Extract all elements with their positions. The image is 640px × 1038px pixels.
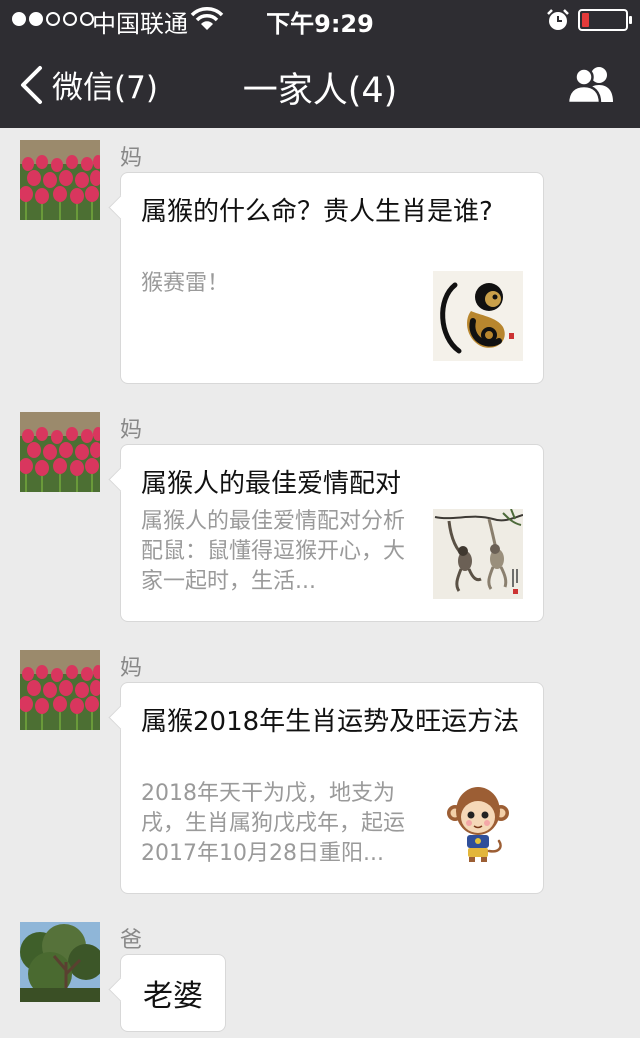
battery-level [582, 13, 589, 27]
card-description: 属猴人的最佳爱情配对分析配鼠：鼠懂得逗猴开心，大家一起时，生活... [141, 509, 406, 594]
message-item: 妈 属猴人的最佳爱情配对 属猴人的最佳爱情配对分析配鼠：鼠懂得逗猴开心，大家一起… [20, 412, 620, 622]
navigation-bar: 微信(7) 一家人(4) [0, 40, 640, 128]
tulip-photo-icon [20, 650, 100, 730]
card-thumbnail [433, 271, 523, 361]
sender-name: 妈 [120, 418, 143, 443]
gibbon-painting-icon [433, 509, 523, 599]
message-item: 妈 属猴的什么命？贵人生肖是谁? 猴赛雷！ [20, 140, 620, 384]
tree-photo-icon [20, 922, 100, 1002]
text-message-bubble[interactable]: 老婆 [120, 954, 226, 1032]
card-description: 猴赛雷！ [141, 271, 230, 296]
link-card[interactable]: 属猴2018年生肖运势及旺运方法 2018年天干为戊，地支为戌，生肖属狗戊戌年，… [120, 682, 544, 894]
avatar[interactable] [20, 922, 100, 1002]
link-card[interactable]: 属猴人的最佳爱情配对 属猴人的最佳爱情配对分析配鼠：鼠懂得逗猴开心，大家一起时，… [120, 444, 544, 622]
header: 中国联通 下午9:29 微信(7) 一家人(4) [0, 0, 640, 128]
card-description: 2018年天干为戊，地支为戌，生肖属狗戊戌年，起运2017年10月28日重阳..… [141, 781, 406, 866]
ink-monkey-icon [433, 271, 523, 361]
link-card[interactable]: 属猴的什么命？贵人生肖是谁? 猴赛雷！ [120, 172, 544, 384]
alarm-clock-icon [547, 9, 569, 30]
group-members-icon[interactable] [566, 64, 616, 104]
chat-screen: 中国联通 下午9:29 微信(7) 一家人(4) 妈 属猴的什么命？贵人生肖是谁… [0, 0, 640, 1038]
avatar[interactable] [20, 140, 100, 220]
battery-icon [578, 9, 632, 31]
card-thumbnail [433, 777, 523, 867]
card-title: 属猴人的最佳爱情配对 [141, 469, 402, 499]
tulip-photo-icon [20, 412, 100, 492]
message-item: 妈 属猴2018年生肖运势及旺运方法 2018年天干为戊，地支为戌，生肖属狗戊戌… [20, 650, 620, 894]
card-title: 属猴2018年生肖运势及旺运方法 [141, 707, 520, 737]
sender-name: 妈 [120, 146, 143, 171]
chat-title: 一家人(4) [242, 71, 398, 111]
avatar[interactable] [20, 650, 100, 730]
card-thumbnail [433, 509, 523, 599]
status-time: 下午9:29 [266, 10, 374, 38]
sender-name: 妈 [120, 656, 143, 681]
tulip-photo-icon [20, 140, 100, 220]
card-title: 属猴的什么命？贵人生肖是谁? [141, 197, 493, 227]
cartoon-monkey-icon [433, 777, 523, 867]
status-bar: 中国联通 下午9:29 [0, 0, 640, 40]
sender-name: 爸 [120, 928, 143, 953]
message-item: 爸 老婆 [20, 922, 620, 1038]
avatar[interactable] [20, 412, 100, 492]
